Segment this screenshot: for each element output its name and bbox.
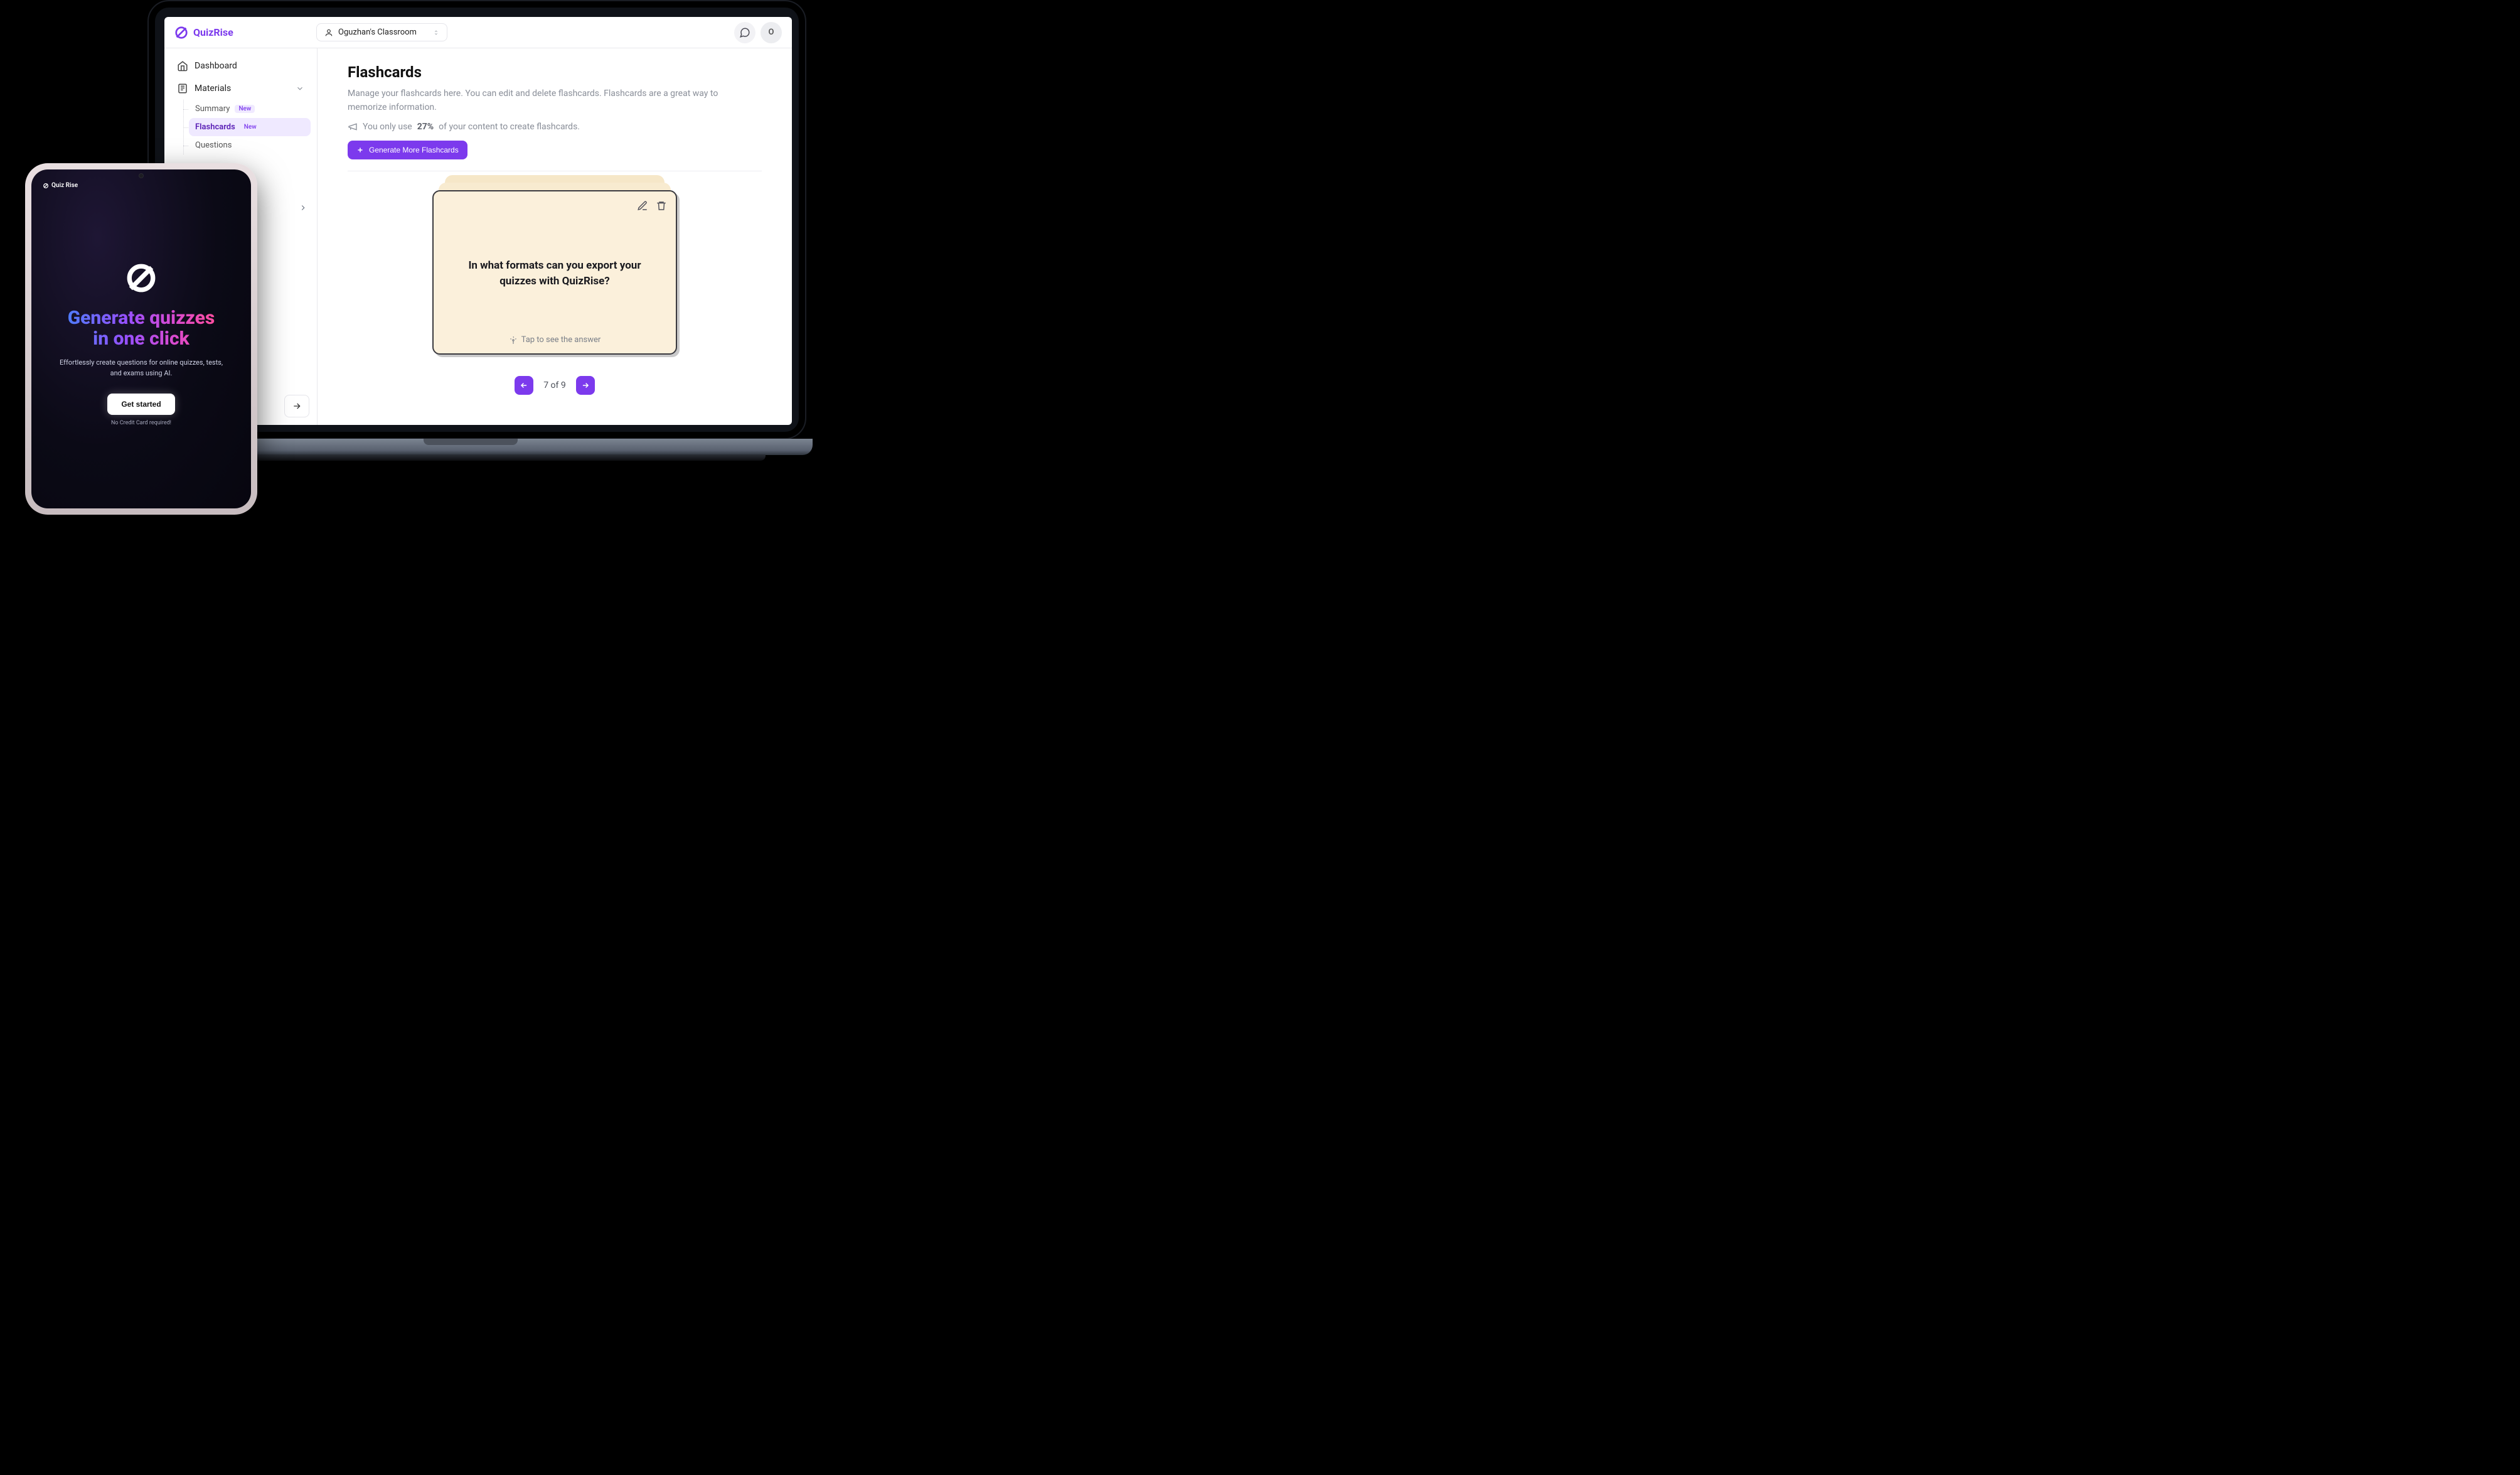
home-icon — [177, 60, 188, 72]
chat-icon — [739, 27, 750, 38]
tap-icon — [509, 336, 518, 345]
app-window: QuizRise Oguzhan's Classroom — [164, 17, 792, 425]
generate-more-button[interactable]: Generate More Flashcards — [348, 141, 467, 159]
flashcard-stack: In what formats can you export your quiz… — [432, 190, 677, 355]
tablet-mockup: Quiz Rise Generate quizzes in one click … — [25, 163, 257, 515]
trash-icon[interactable] — [656, 200, 667, 212]
sidebar-item-materials[interactable]: Materials — [171, 77, 311, 100]
flashcard-stage: In what formats can you export your quiz… — [348, 190, 762, 355]
prev-card-button[interactable] — [515, 376, 533, 395]
usage-suffix: of your content to create flashcards. — [439, 122, 580, 132]
tablet-hero: Generate quizzes in one click Effortless… — [60, 262, 223, 426]
sidebar-expand-right[interactable] — [294, 199, 312, 217]
page-title: Flashcards — [348, 63, 762, 81]
brand-logo[interactable]: QuizRise — [174, 26, 316, 40]
main-content: Flashcards Manage your flashcards here. … — [318, 48, 792, 425]
tablet-camera — [139, 173, 144, 178]
edit-icon[interactable] — [637, 200, 648, 212]
chevron-down-icon — [296, 84, 304, 93]
new-badge: New — [240, 123, 260, 131]
file-icon — [177, 83, 188, 94]
quizrise-logo-icon — [174, 26, 188, 40]
sidebar-label-summary: Summary — [195, 104, 230, 114]
sidebar-label-questions: Questions — [195, 141, 232, 150]
feedback-button[interactable] — [734, 22, 755, 43]
new-badge: New — [235, 105, 255, 113]
sidebar-item-summary[interactable]: Summary New — [189, 100, 311, 118]
usage-info: You only use 27% of your content to crea… — [348, 122, 762, 132]
user-icon — [324, 28, 333, 37]
laptop-foot — [188, 454, 766, 461]
tablet-brand-label: Quiz Rise — [51, 182, 78, 189]
hero-subtitle: Effortlessly create questions for online… — [60, 358, 223, 378]
tablet-screen: Quiz Rise Generate quizzes in one click … — [31, 169, 251, 508]
usage-prefix: You only use — [363, 122, 412, 132]
pager: 7 of 9 — [348, 376, 762, 395]
hero-footnote: No Credit Card required! — [111, 420, 171, 426]
sidebar-item-questions[interactable]: Questions — [189, 136, 311, 154]
materials-submenu: Summary New Flashcards New Questions — [183, 100, 311, 154]
sidebar-item-flashcards[interactable]: Flashcards New — [189, 118, 311, 136]
next-card-button[interactable] — [576, 376, 595, 395]
sidebar-collapse-button[interactable] — [284, 395, 309, 417]
quizrise-hero-logo-icon — [125, 262, 157, 294]
sidebar-label-flashcards: Flashcards — [195, 122, 235, 132]
classroom-selector[interactable]: Oguzhan's Classroom — [316, 23, 447, 41]
arrow-right-icon — [581, 381, 590, 390]
sidebar-label-materials: Materials — [195, 83, 231, 94]
headline-line-1: Generate quizzes — [68, 308, 215, 328]
avatar-initial: O — [769, 28, 774, 37]
arrow-right-icon — [292, 401, 302, 411]
sidebar-item-dashboard[interactable]: Dashboard — [171, 55, 311, 77]
tablet-brand: Quiz Rise — [43, 182, 78, 189]
quizrise-logo-mini-icon — [43, 183, 49, 189]
get-started-button[interactable]: Get started — [107, 394, 174, 415]
tap-hint: Tap to see the answer — [442, 335, 667, 345]
topbar: QuizRise Oguzhan's Classroom — [164, 17, 792, 48]
flashcard-question: In what formats can you export your quiz… — [442, 212, 667, 335]
classroom-label: Oguzhan's Classroom — [338, 28, 417, 37]
chevron-right-icon — [299, 203, 307, 212]
megaphone-icon — [348, 122, 358, 132]
arrow-left-icon — [520, 381, 528, 390]
plus-icon — [356, 146, 364, 154]
chevron-updown-icon — [433, 30, 439, 36]
hero-headline: Generate quizzes in one click — [68, 308, 215, 349]
generate-button-label: Generate More Flashcards — [369, 146, 459, 154]
app-body: Dashboard Materials Summary — [164, 48, 792, 425]
usage-percent: 27% — [417, 122, 434, 132]
pager-text: 7 of 9 — [543, 380, 566, 390]
user-avatar[interactable]: O — [761, 22, 782, 43]
card-toolbar — [442, 200, 667, 212]
tap-hint-label: Tap to see the answer — [521, 335, 601, 345]
headline-line-2: in one click — [68, 328, 215, 349]
brand-name: QuizRise — [193, 26, 233, 38]
sidebar-label-dashboard: Dashboard — [195, 61, 237, 71]
flashcard[interactable]: In what formats can you export your quiz… — [432, 190, 677, 355]
page-description: Manage your flashcards here. You can edi… — [348, 87, 749, 114]
